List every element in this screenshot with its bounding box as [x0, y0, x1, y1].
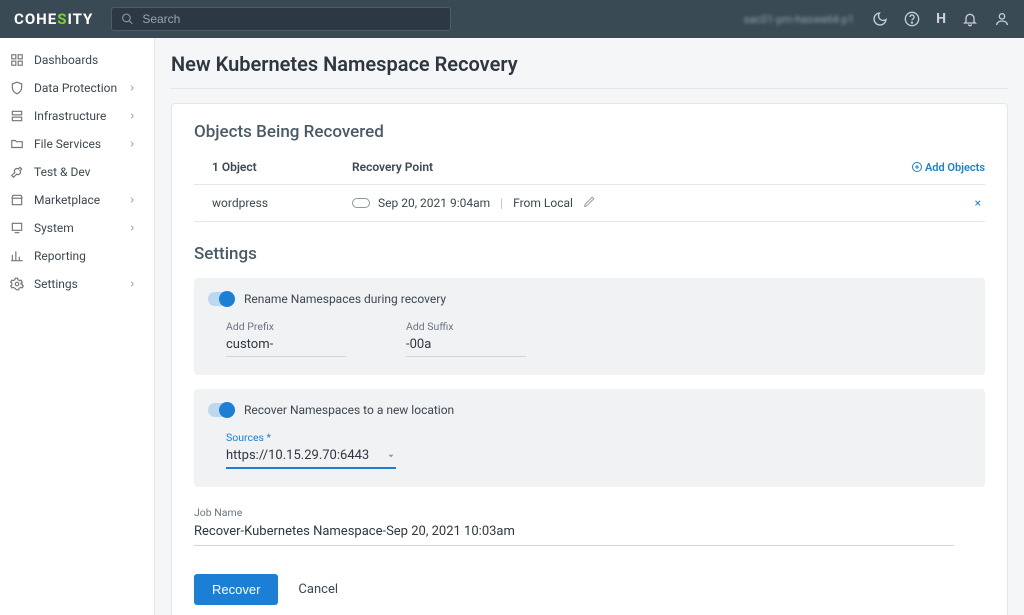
sources-select[interactable]: Sources * https://10.15.29.70:6443	[226, 431, 396, 469]
recovery-card: Objects Being Recovered 1 Object Recover…	[171, 103, 1008, 615]
gear-icon	[10, 277, 24, 291]
search-icon	[121, 13, 134, 26]
top-icons: H	[872, 11, 1010, 27]
separator: |	[500, 196, 503, 210]
objects-section-title: Objects Being Recovered	[194, 122, 985, 142]
chevron-right-icon	[128, 112, 136, 120]
sidebar-item-system[interactable]: System	[0, 214, 154, 242]
helios-icon[interactable]: H	[936, 11, 946, 27]
chevron-right-icon	[128, 280, 136, 288]
object-name: wordpress	[212, 196, 352, 210]
sidebar-item-test-dev[interactable]: Test & Dev	[0, 158, 154, 186]
add-objects-button[interactable]: Add Objects	[911, 161, 985, 174]
settings-section-title: Settings	[194, 244, 985, 264]
sidebar-item-settings[interactable]: Settings	[0, 270, 154, 298]
main-content: New Kubernetes Namespace Recovery Object…	[155, 38, 1024, 615]
rename-block: Rename Namespaces during recovery Add Pr…	[194, 278, 985, 375]
sidebar: Dashboards Data Protection Infrastructur…	[0, 38, 155, 615]
folder-icon	[10, 137, 24, 151]
logo-text-s: S	[57, 10, 67, 28]
sources-value: https://10.15.29.70:6443	[226, 448, 369, 463]
sidebar-item-label: System	[34, 221, 74, 235]
snapshot-pill-icon	[352, 198, 370, 208]
sidebar-item-label: Test & Dev	[34, 165, 90, 179]
recovery-point-col: Recovery Point	[352, 160, 911, 174]
sidebar-item-file-services[interactable]: File Services	[0, 130, 154, 158]
cluster-name: sac01-pm-haswell4-p1	[744, 13, 854, 26]
prefix-field[interactable]: Add Prefix custom-	[226, 320, 346, 357]
suffix-value: -00a	[406, 335, 526, 357]
sidebar-item-label: File Services	[34, 137, 101, 151]
action-bar: Recover Cancel	[194, 574, 985, 605]
topbar: COHESITY sac01-pm-haswell4-p1 H	[0, 0, 1024, 38]
sidebar-item-dashboards[interactable]: Dashboards	[0, 46, 154, 74]
job-name-value: Recover-Kubernetes Namespace-Sep 20, 202…	[194, 520, 954, 546]
relocate-toggle[interactable]	[208, 403, 234, 417]
sources-label: Sources *	[226, 431, 396, 444]
edit-object-button[interactable]	[583, 195, 596, 211]
rename-toggle[interactable]	[208, 292, 234, 306]
rename-toggle-label: Rename Namespaces during recovery	[244, 292, 446, 306]
bell-icon[interactable]	[962, 11, 978, 27]
system-icon	[10, 221, 24, 235]
remove-object-button[interactable]: ×	[925, 196, 985, 210]
relocate-toggle-label: Recover Namespaces to a new location	[244, 403, 454, 417]
dashboard-icon	[10, 53, 24, 67]
sidebar-item-label: Marketplace	[34, 193, 100, 207]
logo: COHESITY	[14, 10, 93, 28]
dark-mode-icon[interactable]	[872, 11, 888, 27]
job-name-field[interactable]: Job Name Recover-Kubernetes Namespace-Se…	[194, 501, 985, 546]
help-icon[interactable]	[904, 11, 920, 27]
prefix-value: custom-	[226, 335, 346, 357]
cancel-button[interactable]: Cancel	[298, 582, 338, 597]
object-timestamp: Sep 20, 2021 9:04am	[378, 196, 490, 210]
chevron-right-icon	[128, 196, 136, 204]
sidebar-item-label: Data Protection	[34, 81, 117, 95]
shield-icon	[10, 81, 24, 95]
sidebar-item-label: Infrastructure	[34, 109, 106, 123]
add-objects-label: Add Objects	[925, 161, 985, 174]
relocate-block: Recover Namespaces to a new location Sou…	[194, 389, 985, 487]
chevron-right-icon	[128, 140, 136, 148]
object-row: wordpress Sep 20, 2021 9:04am | From Loc…	[194, 184, 985, 222]
recover-button[interactable]: Recover	[194, 574, 278, 605]
object-source: From Local	[513, 196, 573, 210]
store-icon	[10, 193, 24, 207]
plus-circle-icon	[911, 161, 923, 173]
user-icon[interactable]	[994, 11, 1010, 27]
objects-table-header: 1 Object Recovery Point Add Objects	[194, 156, 985, 184]
objects-count-label: 1 Object	[212, 160, 352, 174]
suffix-field[interactable]: Add Suffix -00a	[406, 320, 526, 357]
sidebar-item-marketplace[interactable]: Marketplace	[0, 186, 154, 214]
chevron-right-icon	[128, 224, 136, 232]
logo-text: COHE	[14, 10, 57, 28]
prefix-label: Add Prefix	[226, 320, 346, 333]
wrench-icon	[10, 165, 24, 179]
chevron-right-icon	[128, 84, 136, 92]
chart-icon	[10, 249, 24, 263]
page-title: New Kubernetes Namespace Recovery	[171, 38, 1008, 89]
sidebar-item-label: Settings	[34, 277, 78, 291]
sidebar-item-label: Reporting	[34, 249, 86, 263]
caret-down-icon	[386, 451, 396, 461]
search-input[interactable]	[111, 7, 451, 31]
sidebar-item-reporting[interactable]: Reporting	[0, 242, 154, 270]
sidebar-item-infrastructure[interactable]: Infrastructure	[0, 102, 154, 130]
search-wrap	[111, 7, 451, 31]
logo-text: ITY	[67, 10, 93, 28]
sidebar-item-data-protection[interactable]: Data Protection	[0, 74, 154, 102]
job-name-label: Job Name	[194, 506, 242, 519]
suffix-label: Add Suffix	[406, 320, 526, 333]
pencil-icon	[583, 195, 596, 208]
sidebar-item-label: Dashboards	[34, 53, 98, 67]
infrastructure-icon	[10, 109, 24, 123]
